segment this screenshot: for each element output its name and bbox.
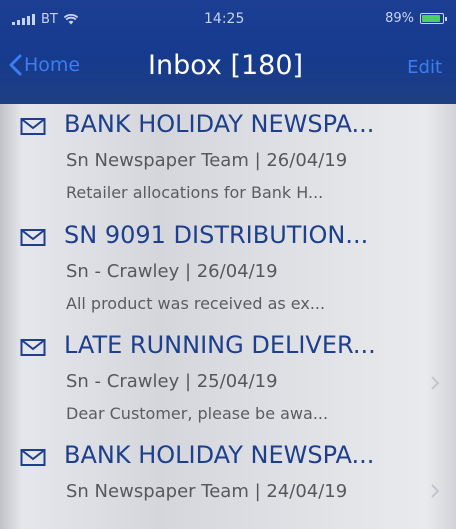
message-meta: Sn Newspaper Team | 24/04/19 bbox=[66, 481, 348, 502]
message-row[interactable]: BANK HOLIDAY NEWSPA... Sn Newspaper Team… bbox=[0, 104, 456, 222]
app-header: BT 14:25 89% Home Inbox [180] Edit bbox=[0, 0, 456, 104]
edit-button[interactable]: Edit bbox=[407, 57, 442, 78]
back-label: Home bbox=[24, 54, 81, 76]
battery-fill bbox=[422, 15, 440, 22]
message-meta: Sn Newspaper Team | 26/04/19 bbox=[66, 150, 348, 171]
message-subject: SN 9091 DISTRIBUTION... bbox=[64, 221, 369, 249]
message-row[interactable]: SN 9091 DISTRIBUTION... Sn - Crawley | 2… bbox=[0, 215, 456, 333]
message-preview: All product was received as ex... bbox=[66, 294, 326, 313]
clock: 14:25 bbox=[204, 11, 245, 27]
page-title: Inbox [180] bbox=[148, 50, 304, 81]
status-left: BT bbox=[12, 12, 78, 27]
message-subject: LATE RUNNING DELIVER... bbox=[64, 331, 376, 359]
message-meta: Sn - Crawley | 25/04/19 bbox=[66, 371, 278, 392]
message-list: BANK HOLIDAY NEWSPA... Sn Newspaper Team… bbox=[0, 104, 456, 529]
carrier-label: BT bbox=[41, 12, 58, 27]
message-meta: Sn - Crawley | 26/04/19 bbox=[66, 261, 278, 282]
message-row[interactable]: BANK HOLIDAY NEWSPA... Sn Newspaper Team… bbox=[0, 435, 456, 529]
back-button[interactable]: Home bbox=[8, 54, 80, 76]
message-preview: Dear Customer, please be awa... bbox=[66, 404, 329, 423]
envelope-icon bbox=[20, 339, 46, 356]
wifi-icon bbox=[63, 14, 78, 25]
chevron-right-icon bbox=[431, 484, 440, 498]
battery-percent: 89% bbox=[385, 11, 414, 26]
nav-bar: Home Inbox [180] Edit bbox=[0, 36, 456, 104]
chevron-right-icon bbox=[431, 376, 440, 390]
message-row[interactable]: LATE RUNNING DELIVER... Sn - Crawley | 2… bbox=[0, 325, 456, 443]
envelope-icon bbox=[20, 229, 46, 246]
message-preview: Retailer allocations for Bank H... bbox=[66, 183, 324, 202]
signal-icon bbox=[12, 14, 35, 25]
message-subject: BANK HOLIDAY NEWSPA... bbox=[64, 110, 375, 138]
status-bar: BT 14:25 89% bbox=[0, 0, 456, 36]
envelope-icon bbox=[20, 118, 46, 135]
battery-icon bbox=[420, 13, 447, 24]
message-subject: BANK HOLIDAY NEWSPA... bbox=[64, 441, 375, 469]
envelope-icon bbox=[20, 449, 46, 466]
status-right: 89% bbox=[385, 11, 447, 26]
chevron-left-icon bbox=[9, 54, 22, 76]
